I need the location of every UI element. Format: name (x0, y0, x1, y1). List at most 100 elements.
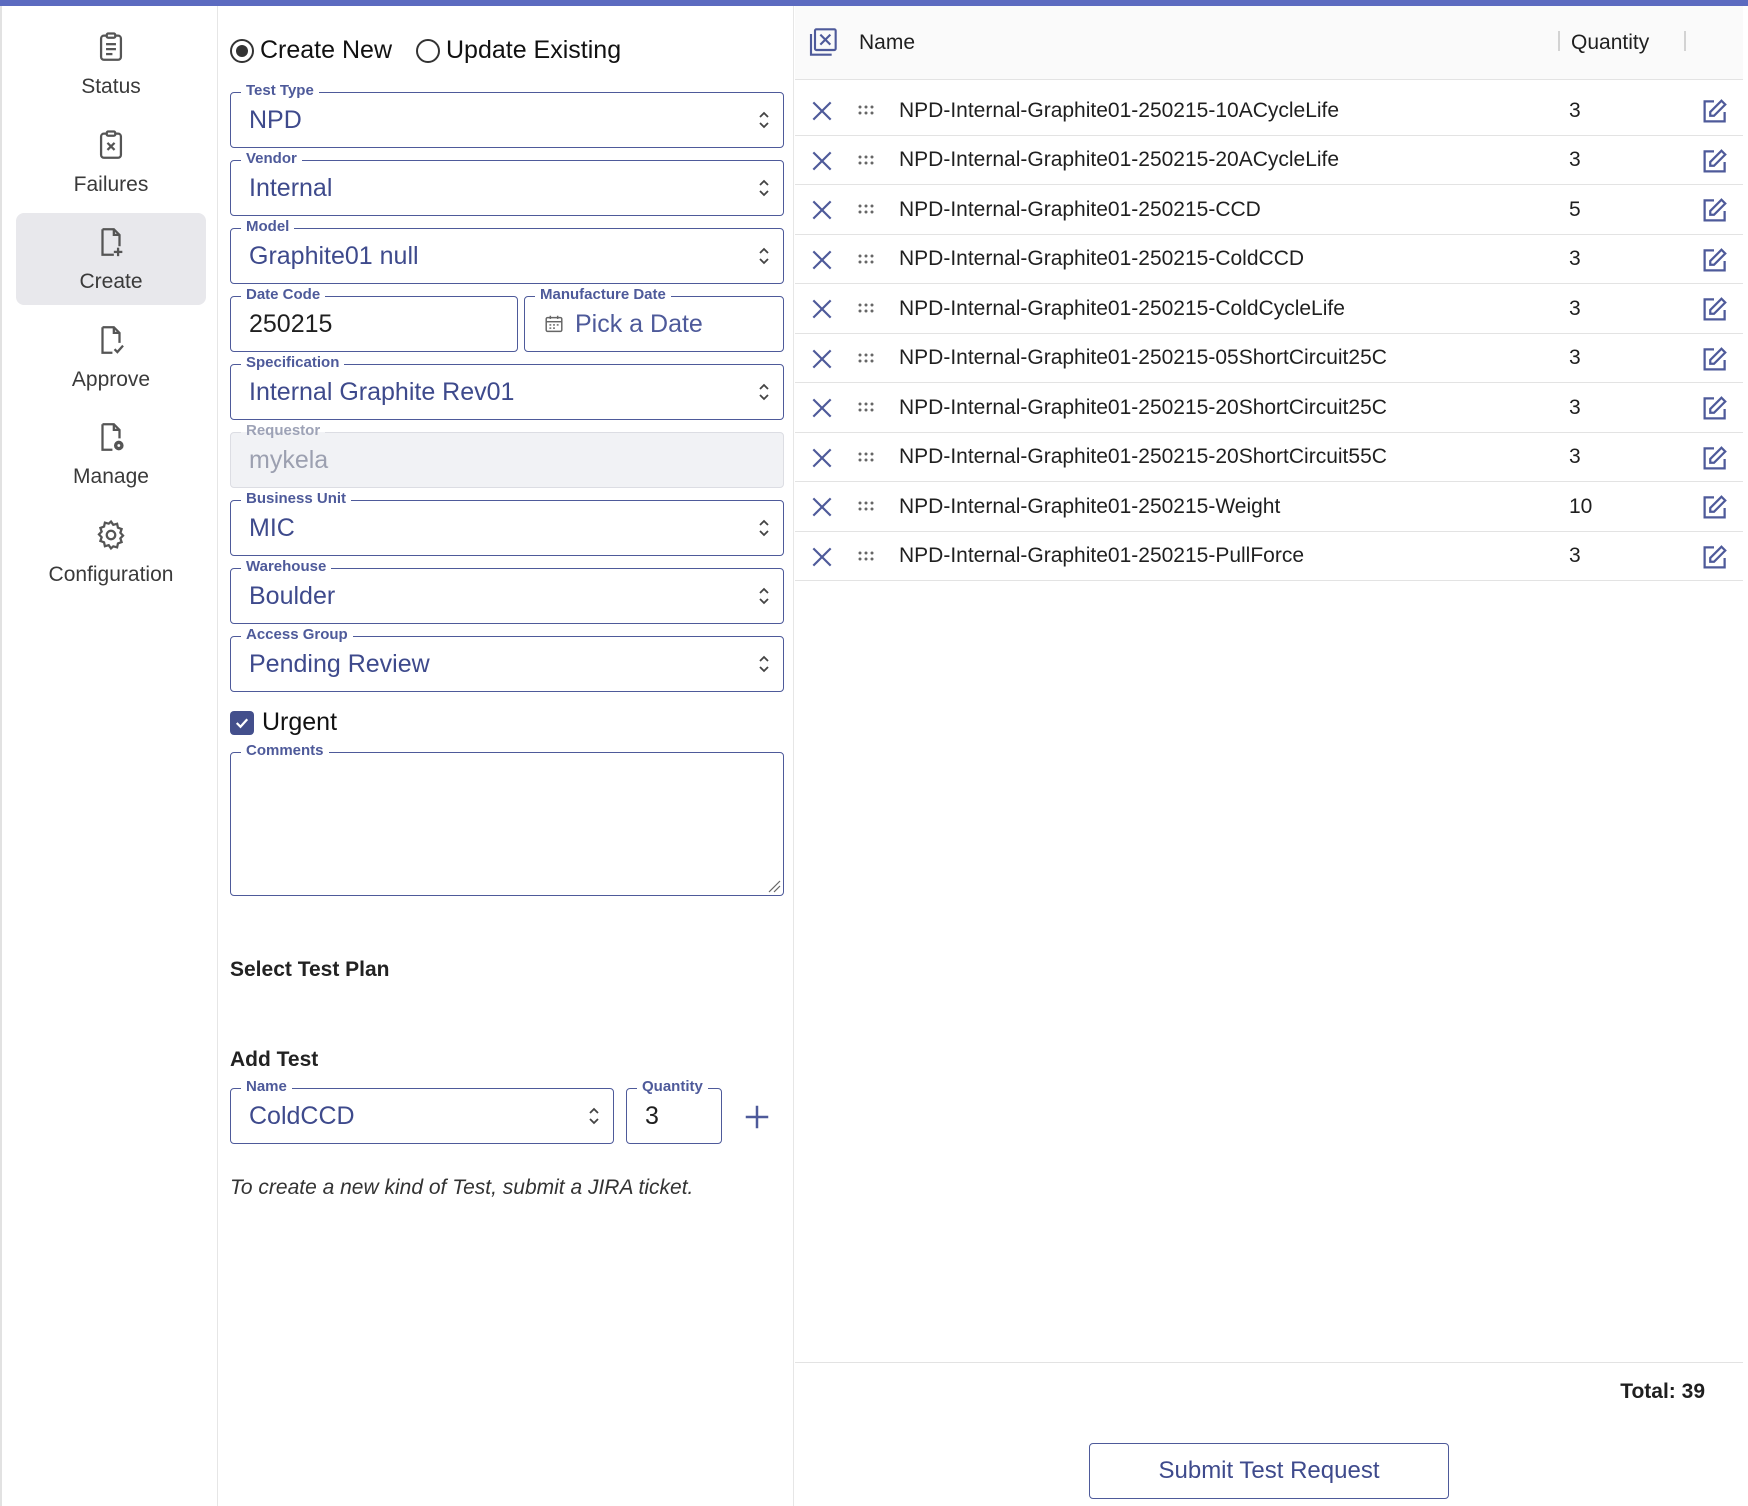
remove-row-icon[interactable] (809, 197, 835, 223)
column-divider[interactable] (1684, 31, 1686, 51)
column-header-name[interactable]: Name (859, 6, 915, 80)
sidebar-item-create[interactable]: Create (16, 213, 206, 305)
test-type-value: NPD (249, 105, 302, 134)
access-group-value: Pending Review (249, 649, 430, 678)
sidebar-item-label: Manage (73, 464, 149, 488)
drag-handle-icon[interactable] (857, 103, 875, 117)
drag-handle-icon[interactable] (857, 400, 875, 414)
remove-row-icon[interactable] (809, 395, 835, 421)
row-quantity: 3 (1569, 544, 1581, 567)
jira-hint-text: To create a new kind of Test, submit a J… (230, 1176, 694, 1199)
sidebar-item-failures[interactable]: Failures (16, 116, 206, 208)
row-name: NPD-Internal-Graphite01-250215-20ShortCi… (899, 395, 1387, 419)
table-row: NPD-Internal-Graphite01-250215-20ACycleL… (795, 136, 1743, 185)
radio-selected-icon (230, 38, 254, 63)
model-select[interactable]: Model Graphite01 null (230, 217, 784, 284)
add-test-plus-icon[interactable] (742, 1102, 772, 1132)
date-code-input[interactable]: Date Code 250215 (230, 285, 518, 352)
vendor-select[interactable]: Vendor Internal (230, 149, 784, 216)
test-quantity-input[interactable]: Quantity 3 (626, 1077, 722, 1144)
add-test-title: Add Test (230, 1048, 319, 1071)
edit-row-icon[interactable] (1699, 196, 1729, 226)
remove-row-icon[interactable] (809, 247, 835, 273)
update-existing-label: Update Existing (446, 36, 622, 64)
sidebar-item-label: Failures (73, 172, 149, 196)
table-row: NPD-Internal-Graphite01-250215-05ShortCi… (795, 334, 1743, 383)
row-name: NPD-Internal-Graphite01-250215-05ShortCi… (899, 346, 1387, 369)
tests-table: Name Quantity NPD-Internal-Graphite01-25… (795, 6, 1743, 1506)
drag-handle-icon[interactable] (857, 301, 875, 315)
edit-row-icon[interactable] (1699, 444, 1729, 474)
sidebar-item-label: Approve (71, 367, 151, 391)
edit-row-icon[interactable] (1699, 394, 1729, 424)
create-new-label: Create New (260, 36, 392, 64)
drag-handle-icon[interactable] (857, 252, 875, 266)
test-name-select[interactable]: Name ColdCCD (230, 1077, 614, 1144)
comments-label: Comments (241, 741, 329, 761)
drag-handle-icon[interactable] (857, 202, 875, 216)
warehouse-select[interactable]: Warehouse Boulder (230, 557, 784, 624)
warehouse-value: Boulder (249, 581, 336, 610)
sidebar-item-status[interactable]: Status (16, 18, 206, 110)
table-row: NPD-Internal-Graphite01-250215-10ACycleL… (795, 86, 1743, 136)
mode-radio-group: Create New Update Existing (230, 36, 645, 65)
row-quantity: 10 (1569, 494, 1593, 518)
specification-select[interactable]: Specification Internal Graphite Rev01 (230, 353, 784, 420)
select-test-plan-title: Select Test Plan (230, 958, 390, 981)
edit-row-icon[interactable] (1699, 543, 1729, 573)
row-quantity: 3 (1569, 346, 1581, 369)
drag-handle-icon[interactable] (857, 549, 875, 563)
model-value: Graphite01 null (249, 241, 419, 270)
sidebar-item-manage[interactable]: Manage (16, 408, 206, 500)
row-name: NPD-Internal-Graphite01-250215-Weight (899, 494, 1281, 518)
manufacture-date-picker[interactable]: Manufacture Date Pick a Date (524, 285, 784, 352)
sidebar-item-configuration[interactable]: Configuration (16, 506, 206, 598)
edit-row-icon[interactable] (1699, 147, 1729, 177)
remove-row-icon[interactable] (809, 445, 835, 471)
row-name: NPD-Internal-Graphite01-250215-ColdCycle… (899, 296, 1345, 320)
table-header: Name Quantity (795, 6, 1743, 80)
business-unit-value: MIC (249, 513, 295, 542)
edit-row-icon[interactable] (1699, 493, 1729, 523)
remove-row-icon[interactable] (809, 346, 835, 372)
sidebar-item-label: Create (79, 269, 143, 293)
sidebar-item-approve[interactable]: Approve (16, 311, 206, 403)
business-unit-select[interactable]: Business Unit MIC (230, 489, 784, 556)
drag-handle-icon[interactable] (857, 351, 875, 365)
submit-test-request-button[interactable]: Submit Test Request (1089, 1443, 1449, 1499)
chevron-updown-icon (759, 111, 769, 129)
remove-row-icon[interactable] (809, 296, 835, 322)
edit-row-icon[interactable] (1699, 246, 1729, 276)
gear-icon (94, 518, 128, 557)
comments-textarea[interactable]: Comments (230, 741, 784, 896)
total-count: Total: 39 (1620, 1380, 1705, 1403)
drag-handle-icon[interactable] (857, 450, 875, 464)
clipboard-x-icon (94, 128, 128, 167)
clear-all-icon[interactable] (807, 26, 839, 58)
column-divider[interactable] (1558, 31, 1560, 51)
access-group-select[interactable]: Access Group Pending Review (230, 625, 784, 692)
remove-row-icon[interactable] (809, 494, 835, 520)
edit-row-icon[interactable] (1699, 97, 1729, 127)
remove-row-icon[interactable] (809, 544, 835, 570)
edit-row-icon[interactable] (1699, 295, 1729, 325)
remove-row-icon[interactable] (809, 98, 835, 124)
checkmark-icon (230, 710, 254, 735)
sidebar-item-label: Status (81, 74, 141, 98)
edit-row-icon[interactable] (1699, 345, 1729, 375)
row-quantity: 3 (1569, 98, 1581, 122)
row-name: NPD-Internal-Graphite01-250215-PullForce (899, 544, 1305, 567)
urgent-checkbox[interactable]: Urgent (230, 708, 337, 737)
test-type-select[interactable]: Test Type NPD (230, 81, 784, 148)
remove-row-icon[interactable] (809, 148, 835, 174)
column-header-quantity[interactable]: Quantity (1571, 6, 1649, 80)
table-row: NPD-Internal-Graphite01-250215-PullForce… (795, 532, 1743, 581)
resize-handle-icon[interactable] (767, 879, 781, 893)
create-new-radio[interactable]: Create New (230, 36, 392, 65)
sidebar-item-label: Configuration (48, 562, 174, 586)
drag-handle-icon[interactable] (857, 499, 875, 513)
row-name: NPD-Internal-Graphite01-250215-ColdCCD (899, 247, 1305, 270)
update-existing-radio[interactable]: Update Existing (416, 36, 621, 65)
vendor-value: Internal (249, 173, 333, 202)
drag-handle-icon[interactable] (857, 153, 875, 167)
